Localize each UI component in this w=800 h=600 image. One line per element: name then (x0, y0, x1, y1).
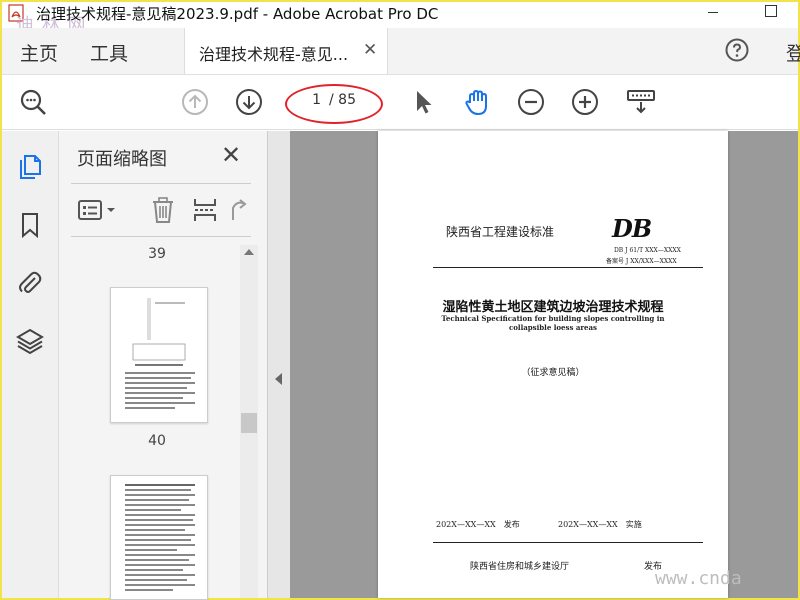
window-title: 治理技术规程-意见稿2023.9.pdf - Adobe Acrobat Pro… (36, 5, 439, 23)
scroll-up-arrow-icon[interactable] (244, 249, 254, 255)
page-thumbnail[interactable] (110, 287, 208, 423)
page-thumbnails-icon[interactable] (16, 153, 44, 181)
publisher: 陕西省住房和城乡建设厅 (470, 562, 570, 572)
thumbnail-options-icon[interactable] (77, 196, 119, 224)
page-margin-right (728, 131, 798, 598)
delete-page-icon[interactable] (149, 196, 177, 224)
select-pointer-icon[interactable] (408, 87, 438, 117)
thumbnail-page-label: 39 (148, 246, 166, 262)
header-rule (433, 267, 703, 268)
page-margin-left (290, 131, 378, 598)
db-mark: DB (612, 214, 652, 243)
page-down-icon[interactable] (234, 87, 264, 117)
page-thumbnails-panel: 页面缩略图 ✕ 39 40 (59, 131, 268, 600)
document-tab[interactable]: 治理技术规程-意见... ✕ (184, 28, 388, 74)
tools-tab[interactable]: 工具 (90, 39, 128, 66)
rotate-page-icon[interactable] (225, 196, 249, 224)
pdf-page: 陕西省工程建设标准 DB DB J 61/T XXX—XXXX 备案号 J XX… (378, 131, 728, 598)
thumbnail-toolbar (71, 183, 251, 237)
document-title-en-line1: Technical Specification for building slo… (441, 314, 665, 323)
hand-tool-icon[interactable] (462, 87, 492, 117)
close-panel-icon[interactable]: ✕ (221, 141, 241, 169)
attachment-icon[interactable] (16, 269, 44, 297)
thumbnail-scrollbar[interactable] (240, 245, 258, 598)
standard-code: DB J 61/T XXX—XXXX (614, 247, 681, 254)
issue-date: 202X—XX—XX 发布 (436, 520, 520, 529)
search-icon[interactable] (18, 87, 48, 117)
draft-label: （征求意见稿） (521, 368, 585, 378)
thumbnail-page-label: 40 (148, 433, 166, 449)
insert-page-icon[interactable] (191, 196, 219, 224)
menu-bar: 主页 工具 治理技术规程-意见... ✕ 登 (2, 28, 800, 75)
thumbnail-preview (125, 298, 195, 409)
document-viewport[interactable]: 陕西省工程建设标准 DB DB J 61/T XXX—XXXX 备案号 J XX… (268, 131, 798, 598)
scrollbar-thumb[interactable] (241, 413, 257, 433)
zoom-out-icon[interactable] (516, 87, 546, 117)
panel-title: 页面缩略图 (77, 149, 167, 170)
help-icon[interactable] (725, 38, 749, 62)
home-tab[interactable]: 主页 (20, 39, 58, 66)
zoom-in-icon[interactable] (570, 87, 600, 117)
sign-in-label[interactable]: 登 (786, 39, 800, 66)
implementation-date: 202X—XX—XX 实施 (558, 520, 642, 529)
record-number: 备案号 J XX/XXX—XXXX (606, 258, 677, 265)
collapse-panel-arrow-icon[interactable] (275, 373, 282, 385)
document-tab-label: 治理技术规程-意见... (199, 45, 349, 64)
bookmark-icon[interactable] (16, 211, 44, 239)
main-toolbar: 1 / 85 (2, 75, 798, 130)
standard-name: 陕西省工程建设标准 (446, 225, 555, 239)
maximize-button[interactable] (765, 5, 777, 17)
page-number-annotation-circle (285, 84, 383, 124)
page-up-icon[interactable] (180, 87, 210, 117)
footer-rule (433, 542, 703, 543)
title-bar: 迪 林 网 治理技术规程-意见稿2023.9.pdf - Adobe Acrob… (2, 2, 798, 36)
document-title-en-line2: collapsible loess areas (509, 323, 597, 332)
close-tab-icon[interactable]: ✕ (363, 40, 377, 60)
document-title-cn: 湿陷性黄土地区建筑边坡治理技术规程 (442, 300, 664, 315)
layers-icon[interactable] (16, 327, 44, 355)
thumbnail-preview (125, 484, 195, 591)
minimize-button[interactable] (708, 12, 718, 13)
page-thumbnail[interactable] (110, 475, 208, 600)
site-watermark-bottom: www.cnda (655, 568, 742, 589)
navigation-rail (2, 131, 59, 598)
read-mode-icon[interactable] (626, 87, 656, 117)
